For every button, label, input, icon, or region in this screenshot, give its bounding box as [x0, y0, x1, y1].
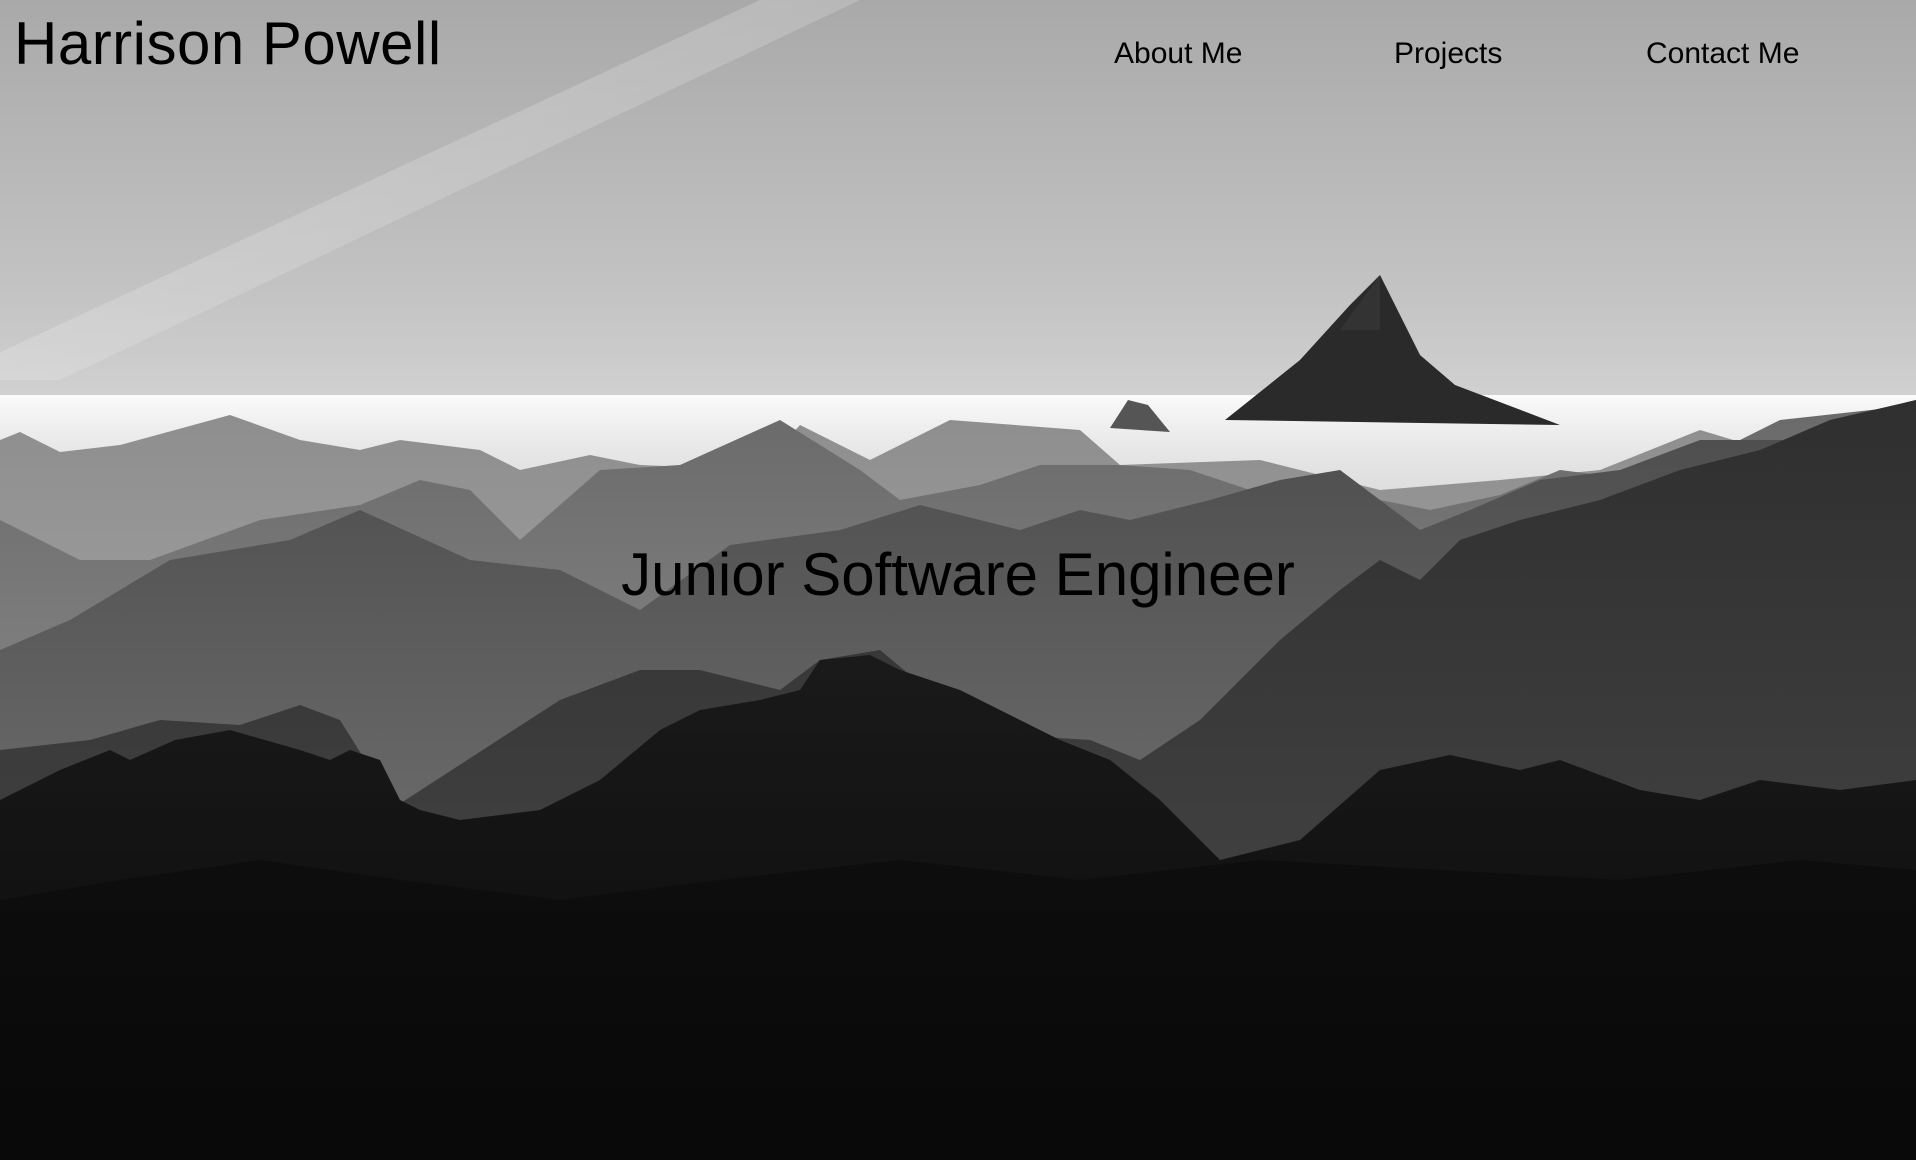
- hero-tagline: Junior Software Engineer: [621, 541, 1295, 608]
- nav-link-about-me[interactable]: About Me: [1114, 34, 1242, 74]
- nav-link-contact-me[interactable]: Contact Me: [1646, 34, 1799, 74]
- main-nav: About Me Projects Contact Me: [0, 34, 1916, 74]
- portfolio-page: Harrison Powell About Me Projects Contac…: [0, 0, 1916, 1160]
- nav-link-projects[interactable]: Projects: [1394, 34, 1502, 74]
